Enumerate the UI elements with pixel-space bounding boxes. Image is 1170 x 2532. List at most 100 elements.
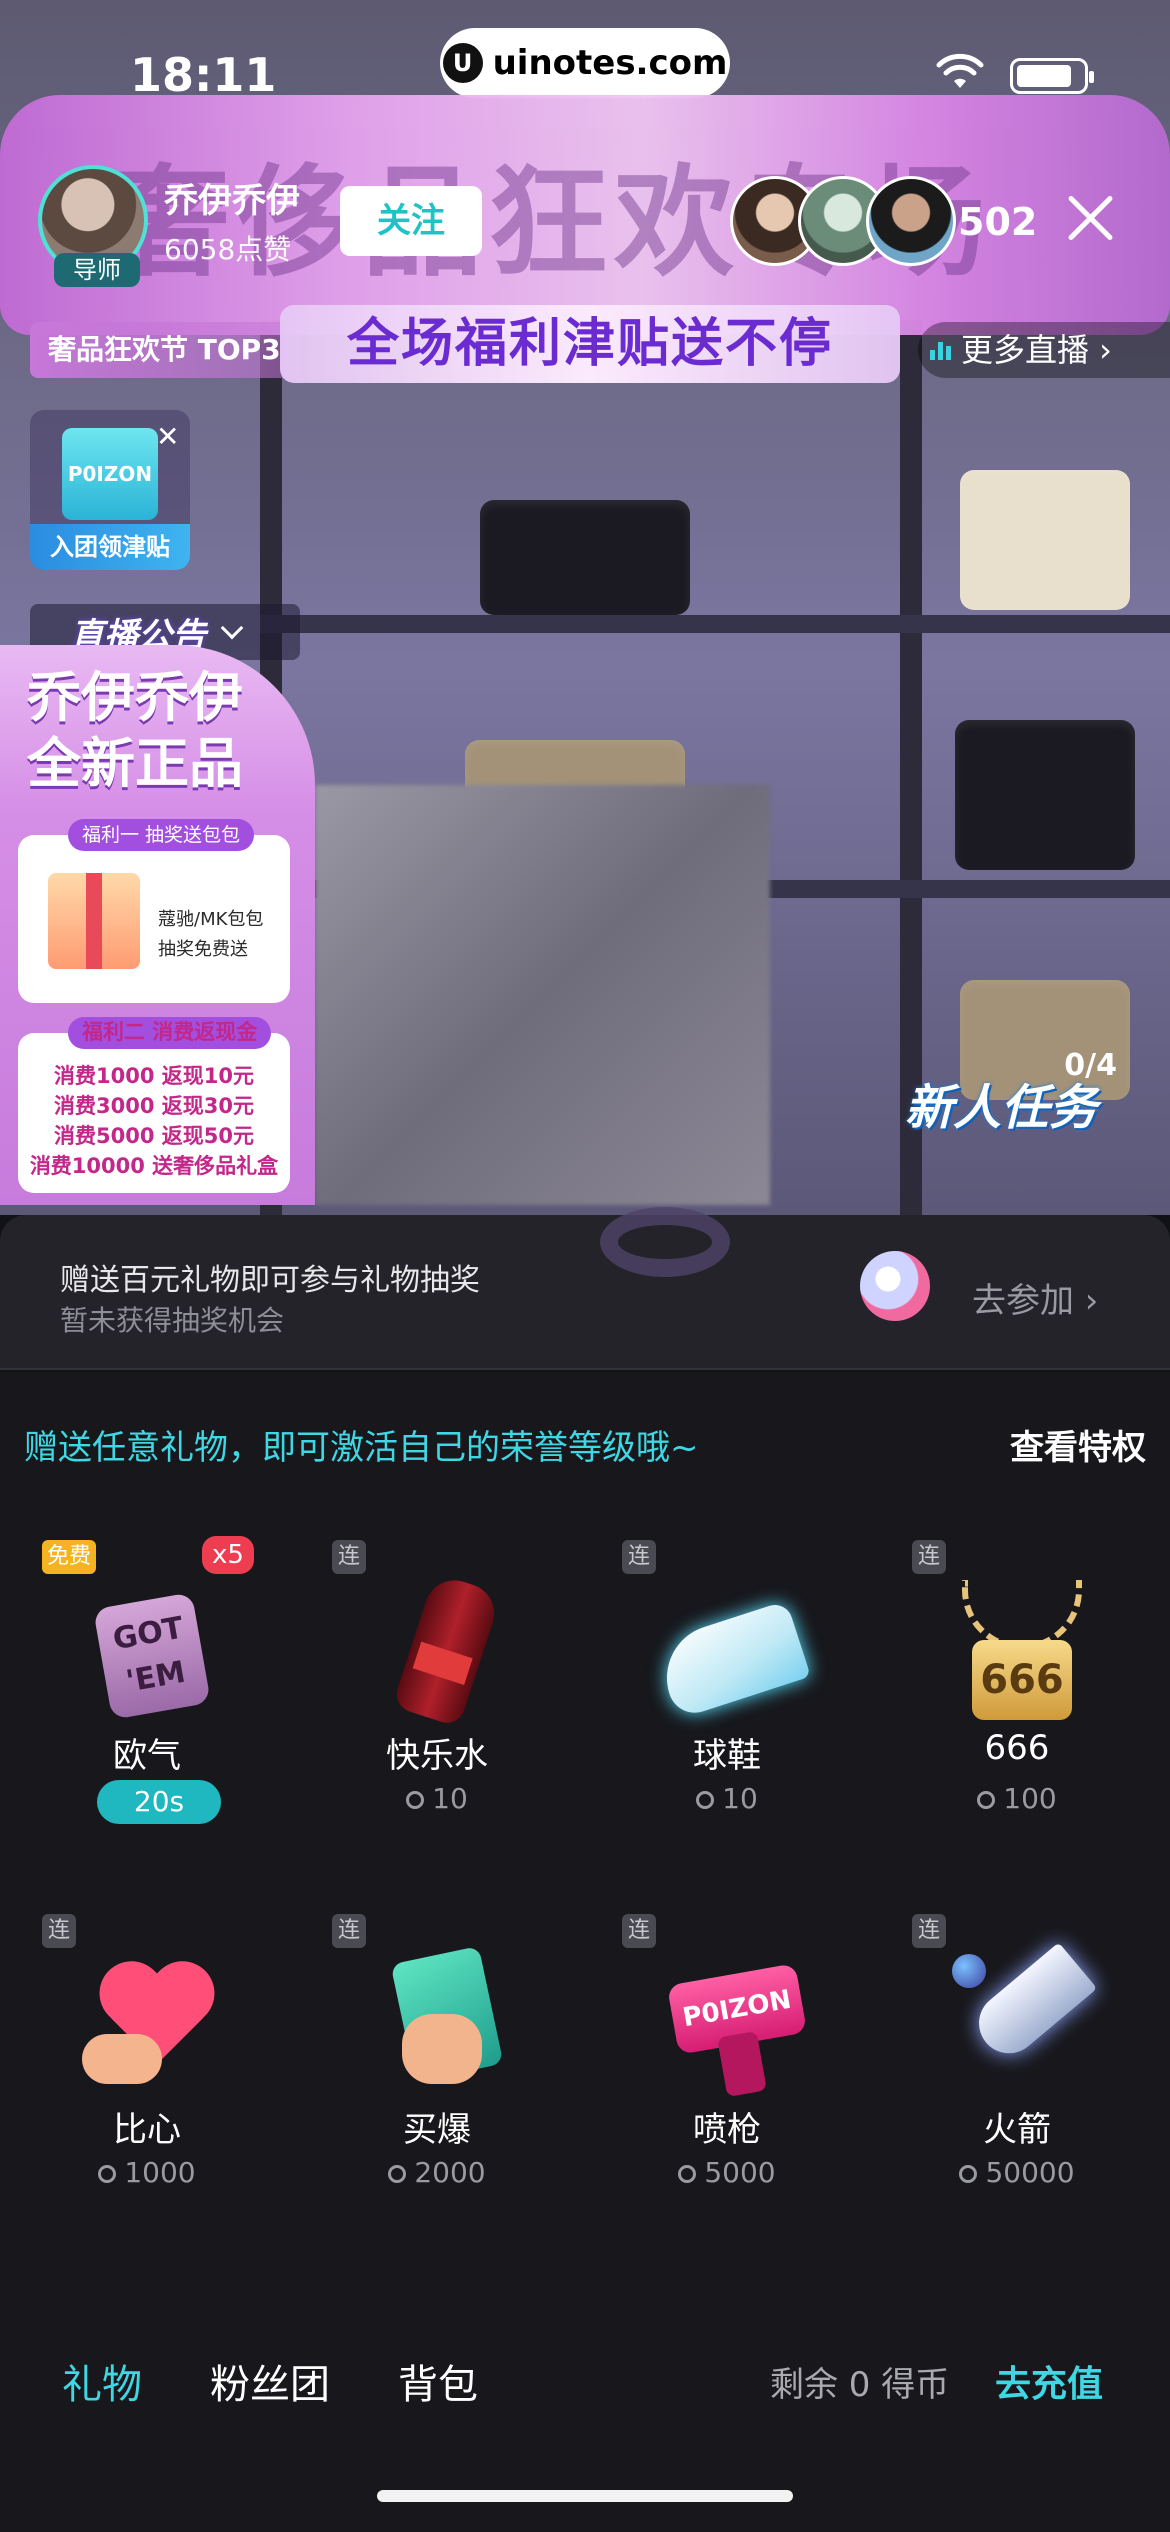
gift-tab-bar: 礼物 粉丝团 背包 剩余 0 得币 去充值 <box>0 2340 1170 2430</box>
host-profile[interactable]: 导师 乔伊乔伊 6058点赞 <box>38 165 300 287</box>
host-name: 乔伊乔伊 <box>164 180 300 221</box>
gift-timer: 20s <box>97 1780 221 1824</box>
lottery-subtitle: 暂未获得抽奖机会 <box>60 1304 285 1337</box>
gift-name: 球鞋 <box>693 1736 761 1776</box>
benefit-line: 消费5000 返现50元 <box>54 1124 254 1148</box>
gift-price: 1000 <box>12 2156 282 2189</box>
chevron-down-icon <box>220 616 244 640</box>
host-likes: 6058点赞 <box>164 232 292 266</box>
benefit-card: 福利二 消费返现金 消费1000 返现10元 消费3000 返现30元 消费50… <box>18 1017 290 1193</box>
gift-price: 10 <box>302 1782 572 1815</box>
gift-item-bixin[interactable]: 连 比心 1000 <box>12 1904 282 2234</box>
handbag <box>955 720 1135 870</box>
battery-icon <box>1010 58 1094 94</box>
gift-item-penqiang[interactable]: 连 P0IZON 喷枪 5000 <box>592 1904 862 2234</box>
hand-icon <box>82 2034 162 2084</box>
gift-price-value: 10 <box>432 1782 468 1815</box>
rocket-icon <box>860 1251 930 1321</box>
666-plate-icon: 666 <box>972 1640 1072 1720</box>
tab-fan-club[interactable]: 粉丝团 <box>210 2340 330 2430</box>
benefit-line: 消费3000 返现30元 <box>54 1094 254 1118</box>
coin-icon <box>678 2165 697 2183</box>
coin-icon <box>406 1791 425 1809</box>
gift-icon <box>48 873 140 969</box>
coin-icon <box>959 2165 978 2183</box>
benefit-card: 福利一 抽奖送包包 蔻驰/MK包包 抽奖免费送 <box>18 819 290 1003</box>
gift-name: 666 <box>984 1728 1050 1768</box>
gift-name: 快乐水 <box>386 1736 488 1776</box>
gift-price-value: 1000 <box>124 2156 196 2189</box>
close-icon[interactable] <box>1060 188 1120 248</box>
avatar[interactable]: 导师 <box>38 165 148 287</box>
gift-item-huojian[interactable]: 连 火箭 50000 <box>882 1904 1152 2234</box>
gift-item-qiuxie[interactable]: 连 球鞋 10 <box>592 1530 862 1860</box>
gift-price: 50000 <box>882 2156 1152 2189</box>
task-label: 新人任务 <box>905 1080 1098 1136</box>
gift-image: GOT 'EM <box>82 1570 222 1720</box>
notice-card[interactable]: 乔伊乔伊 全新正品 福利一 抽奖送包包 蔻驰/MK包包 抽奖免费送 福利二 消费… <box>0 645 315 1205</box>
gift-item-666[interactable]: 连 666 666 100 <box>882 1530 1152 1860</box>
follow-button[interactable]: 关注 <box>340 186 482 256</box>
free-badge: 免费 <box>42 1540 96 1574</box>
fan-club-label: 入团领津贴 <box>30 524 190 570</box>
live-bars-icon <box>930 340 951 360</box>
benefit-text-line: 蔻驰/MK包包 <box>158 909 264 930</box>
gift-item-kuaileshui[interactable]: 连 快乐水 10 <box>302 1530 572 1860</box>
gift-price-value: 5000 <box>704 2156 776 2189</box>
combo-badge: 连 <box>622 1914 656 1948</box>
shelf-board <box>260 615 1170 633</box>
benefit-line: 消费1000 返现10元 <box>54 1064 254 1088</box>
gift-item-ouqi[interactable]: 免费 x5 GOT 'EM 欧气 20s <box>12 1530 282 1860</box>
donut-decoration <box>600 1207 730 1277</box>
combo-badge: 连 <box>912 1914 946 1948</box>
gift-image <box>952 1942 1098 2094</box>
tab-gift[interactable]: 礼物 <box>62 2340 142 2430</box>
gift-name: 欧气 <box>113 1736 181 1776</box>
rank-tag[interactable]: 奢品狂欢节 TOP3 <box>30 322 299 378</box>
recharge-button[interactable]: 去充值 <box>995 2340 1103 2430</box>
gift-price-value: 2000 <box>414 2156 486 2189</box>
tab-backpack[interactable]: 背包 <box>398 2340 478 2430</box>
home-indicator[interactable] <box>377 2490 793 2502</box>
host-tag: 导师 <box>54 253 140 287</box>
gift-item-maibao[interactable]: 连 买爆 2000 <box>302 1904 572 2234</box>
notice-shop-line: 全新正品 <box>27 732 243 795</box>
viewer-avatar[interactable] <box>866 176 956 266</box>
gift-price-value: 10 <box>722 1782 758 1815</box>
gift-price-value: 50000 <box>985 2156 1075 2189</box>
notice-shop-line: 乔伊乔伊 <box>27 666 243 729</box>
tag-icon: GOT 'EM <box>93 1592 211 1720</box>
lottery-strip[interactable]: 赠送百元礼物即可参与礼物抽奖 暂未获得抽奖机会 去参加 › <box>0 1207 1170 1370</box>
gift-name: 买爆 <box>403 2110 471 2150</box>
gift-image <box>653 1570 811 1720</box>
gift-price: 5000 <box>592 2156 862 2189</box>
viewer-count[interactable]: 502 <box>958 200 1037 244</box>
join-lottery-button[interactable]: 去参加 › <box>972 1273 1098 1322</box>
soda-bottle-icon <box>392 1572 502 1728</box>
benefit-tag: 福利一 抽奖送包包 <box>68 819 255 851</box>
sneaker-icon <box>653 1600 811 1720</box>
benefit-text-line: 抽奖免费送 <box>158 939 248 960</box>
gift-price-value: 100 <box>1003 1782 1057 1815</box>
gift-name: 比心 <box>113 2110 181 2150</box>
more-live-button[interactable]: 更多直播 › <box>918 322 1170 378</box>
coin-icon <box>98 2165 117 2183</box>
new-user-task-button[interactable]: 0/4 新人任务 <box>905 1048 1137 1138</box>
benefit-text: 蔻驰/MK包包 抽奖免费送 <box>158 905 263 965</box>
gift-box-icon: P0IZON <box>62 428 158 520</box>
gift-image: 666 <box>952 1570 1092 1720</box>
wifi-icon <box>936 53 984 88</box>
handbag <box>480 500 690 615</box>
status-time: 18:11 <box>130 48 277 102</box>
view-privilege-link[interactable]: 查看特权 <box>1010 1420 1146 1469</box>
gift-image <box>372 1944 512 2094</box>
viewer-avatars[interactable] <box>730 176 956 266</box>
gift-image <box>372 1570 512 1728</box>
coin-icon <box>696 1791 715 1809</box>
multiplier-badge: x5 <box>202 1536 254 1574</box>
site-name: uinotes.com <box>492 43 728 83</box>
close-icon[interactable]: ✕ <box>156 420 179 453</box>
combo-badge: 连 <box>332 1914 366 1948</box>
combo-badge: 连 <box>42 1914 76 1948</box>
fist-icon <box>402 2014 482 2084</box>
